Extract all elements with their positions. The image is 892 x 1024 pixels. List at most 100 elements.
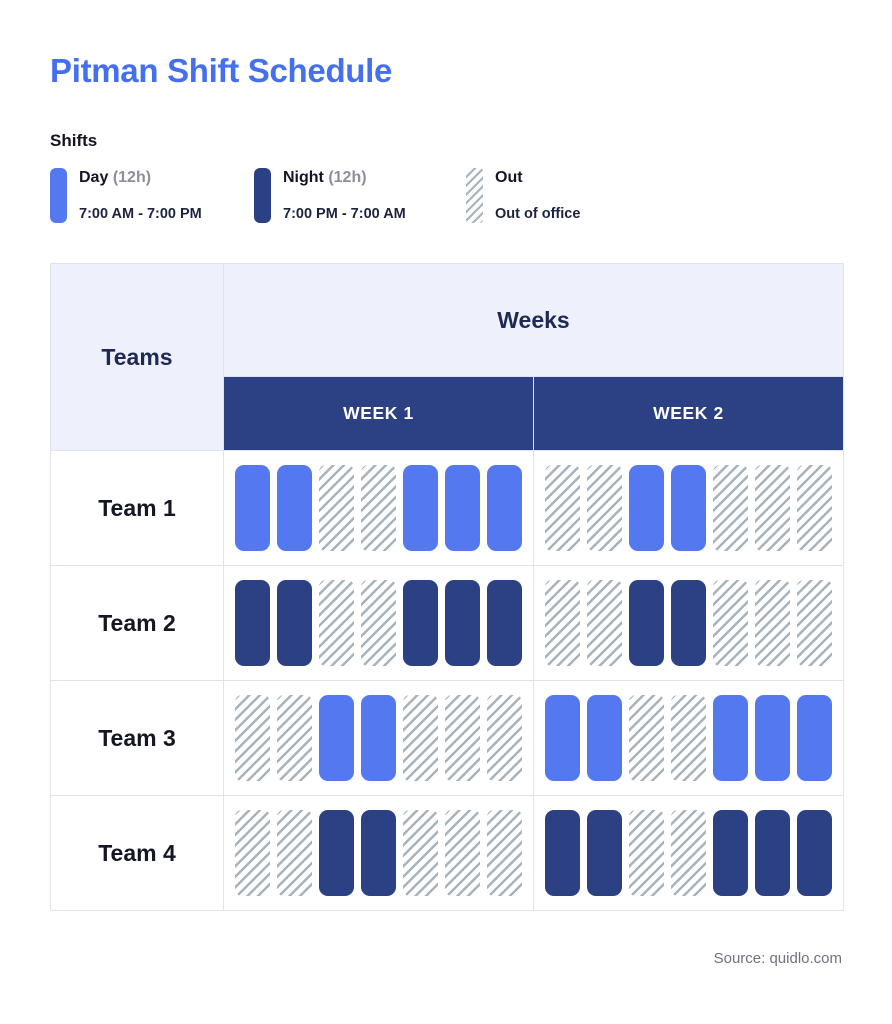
week-shift-cell: [533, 450, 844, 566]
shift-bar-out: [755, 465, 790, 551]
shift-bar-night: [713, 810, 748, 896]
shift-bar-out: [445, 695, 480, 781]
team-name-cell: Team 1: [50, 450, 224, 566]
team-name-cell: Team 2: [50, 565, 224, 681]
shift-bar-night: [235, 580, 270, 666]
shift-bar-group: [224, 465, 533, 551]
shift-bar-night: [361, 810, 396, 896]
shift-legend: Day (12h) 7:00 AM - 7:00 PM Night (12h) …: [50, 168, 580, 223]
teams-column-header: Teams: [50, 263, 224, 451]
legend-heading: Shifts: [50, 131, 98, 150]
legend-item-out-label: Out: [495, 169, 523, 186]
shift-bar-night: [319, 810, 354, 896]
legend-item-day-label: Day: [79, 169, 109, 186]
shift-bar-night: [487, 580, 522, 666]
shift-bar-day: [671, 465, 706, 551]
team-name-cell: Team 3: [50, 680, 224, 796]
shift-bar-night: [277, 580, 312, 666]
shift-bar-night: [797, 810, 832, 896]
shift-bar-out: [587, 580, 622, 666]
table-row: Team 4: [50, 795, 844, 911]
weeks-group-header: Weeks: [223, 263, 844, 377]
shift-bar-out: [545, 580, 580, 666]
legend-item-night-label: Night: [283, 169, 324, 186]
shift-bar-day: [403, 465, 438, 551]
shift-bar-out: [235, 695, 270, 781]
shift-bar-night: [445, 580, 480, 666]
infographic-page: Pitman Shift Schedule Shifts Day (12h) 7…: [0, 0, 892, 1024]
table-row: Team 1: [50, 450, 844, 566]
week-column-header-1: WEEK 1: [223, 376, 534, 451]
shift-bar-day: [445, 465, 480, 551]
shift-bar-out: [403, 695, 438, 781]
shift-bar-out: [713, 580, 748, 666]
shift-bar-out: [361, 580, 396, 666]
shift-bar-out: [671, 810, 706, 896]
shift-bar-day: [629, 465, 664, 551]
shift-bar-out: [797, 465, 832, 551]
shift-bar-day: [235, 465, 270, 551]
shift-bar-group: [534, 465, 843, 551]
shift-bar-night: [755, 810, 790, 896]
shift-bar-group: [224, 810, 533, 896]
shift-bar-night: [403, 580, 438, 666]
shift-bar-day: [487, 465, 522, 551]
source-credit: Source: quidlo.com: [713, 950, 842, 967]
shift-bar-out: [403, 810, 438, 896]
legend-item-day-duration: (12h): [112, 169, 152, 186]
shift-bar-out: [319, 580, 354, 666]
shift-bar-out: [277, 695, 312, 781]
shift-bar-day: [587, 695, 622, 781]
shift-bar-day: [755, 695, 790, 781]
shift-bar-out: [445, 810, 480, 896]
legend-item-night-hours: 7:00 PM - 7:00 AM: [283, 206, 406, 223]
shift-bar-group: [224, 580, 533, 666]
legend-item-day-hours: 7:00 AM - 7:00 PM: [79, 206, 202, 223]
legend-item-day: Day (12h) 7:00 AM - 7:00 PM: [50, 168, 254, 223]
shift-bar-night: [629, 580, 664, 666]
table-row: Team 2: [50, 565, 844, 681]
shift-bar-out: [361, 465, 396, 551]
shift-bar-day: [319, 695, 354, 781]
legend-item-out-text: Out Out of office: [495, 168, 580, 223]
shift-bar-group: [534, 580, 843, 666]
legend-item-out-hours: Out of office: [495, 206, 581, 223]
out-hatched-swatch-icon: [466, 168, 483, 223]
shift-bar-out: [629, 695, 664, 781]
shift-bar-day: [277, 465, 312, 551]
legend-item-out: Out Out of office: [466, 168, 580, 223]
shift-bar-day: [545, 695, 580, 781]
shift-bar-out: [487, 810, 522, 896]
legend-item-night: Night (12h) 7:00 PM - 7:00 AM: [254, 168, 466, 223]
legend-item-day-title: Day (12h): [79, 169, 202, 187]
shift-bar-out: [277, 810, 312, 896]
shift-bar-out: [487, 695, 522, 781]
week-shift-cell: [533, 565, 844, 681]
shift-bar-day: [713, 695, 748, 781]
shift-bar-night: [545, 810, 580, 896]
table-body: Team 1 Team 2 Team 3 Team 4: [50, 450, 844, 911]
shift-bar-group: [224, 695, 533, 781]
shift-bar-group: [534, 695, 843, 781]
table-head: Teams Weeks WEEK 1 WEEK 2: [50, 263, 844, 451]
week-shift-cell: [223, 680, 534, 796]
legend-item-night-title: Night (12h): [283, 169, 406, 187]
legend-item-day-text: Day (12h) 7:00 AM - 7:00 PM: [79, 168, 202, 223]
shift-bar-group: [534, 810, 843, 896]
week-shift-cell: [223, 795, 534, 911]
shift-bar-out: [755, 580, 790, 666]
legend-item-out-title: Out: [495, 169, 580, 187]
shift-bar-day: [797, 695, 832, 781]
shift-bar-out: [587, 465, 622, 551]
table-head-row-top: Teams Weeks: [50, 263, 844, 451]
shift-bar-out: [797, 580, 832, 666]
shift-bar-night: [587, 810, 622, 896]
shift-schedule-table: Teams Weeks WEEK 1 WEEK 2 Team 1 Team 2 Te…: [50, 263, 844, 911]
week-shift-cell: [533, 680, 844, 796]
day-color-swatch-icon: [50, 168, 67, 223]
week-shift-cell: [223, 565, 534, 681]
legend-item-night-duration: (12h): [328, 169, 367, 186]
shift-bar-out: [629, 810, 664, 896]
week-shift-cell: [223, 450, 534, 566]
week-shift-cell: [533, 795, 844, 911]
